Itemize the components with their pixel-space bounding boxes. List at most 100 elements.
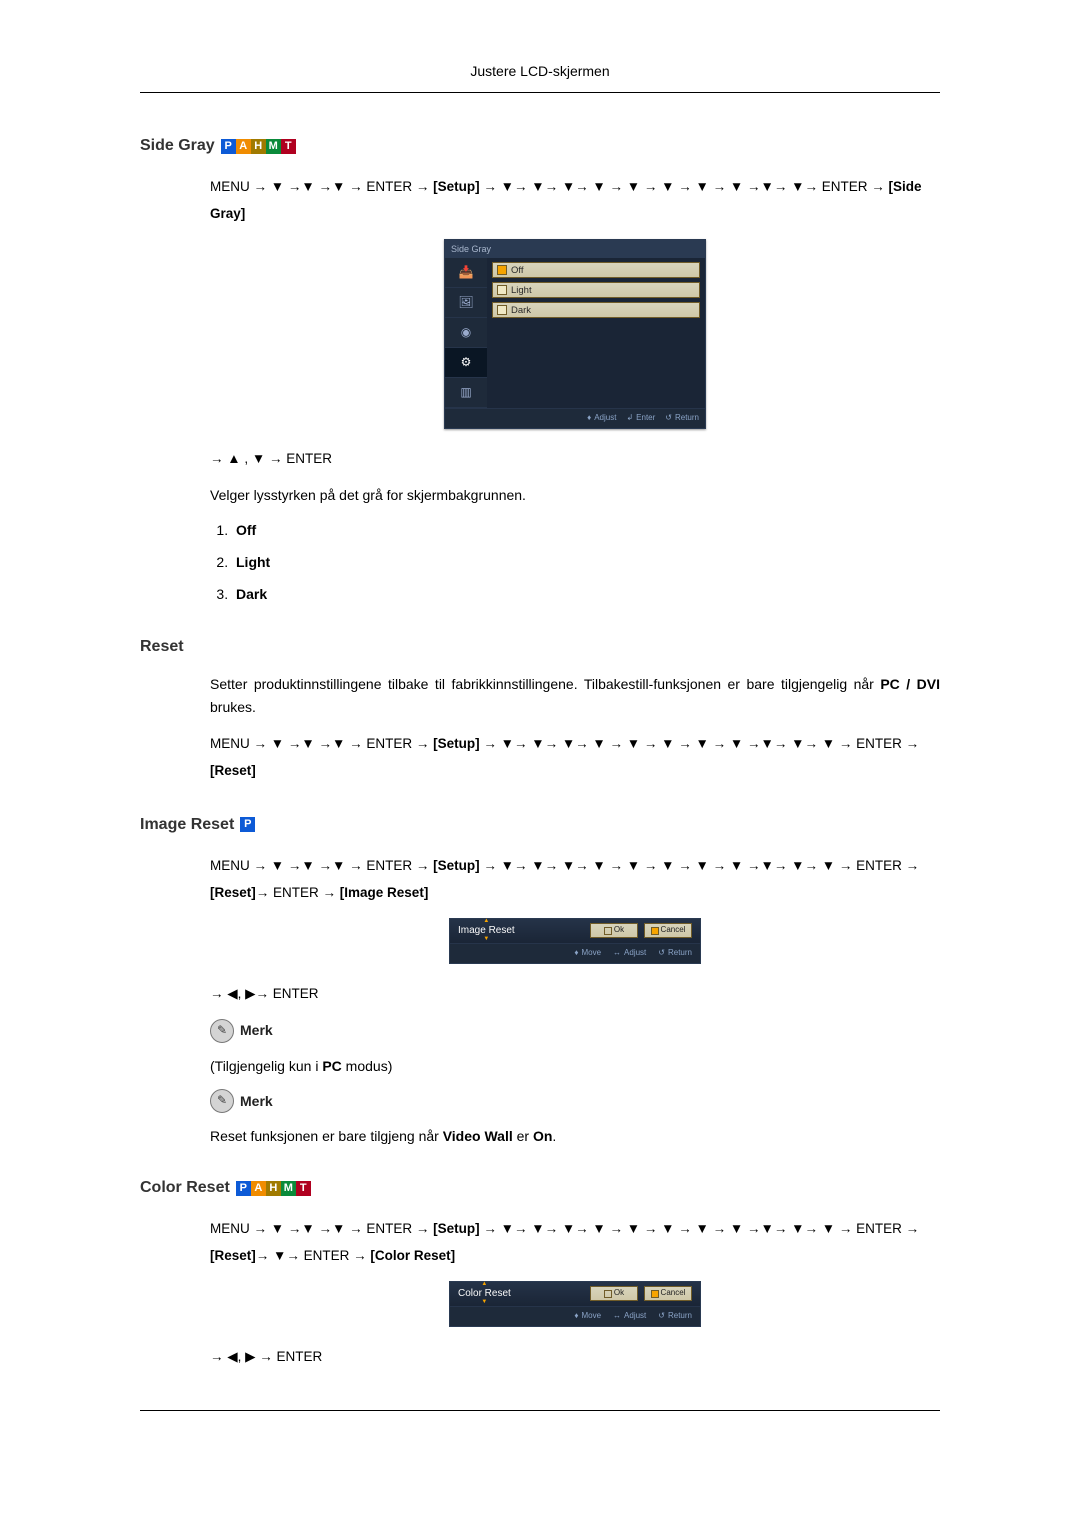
side-gray-nav-path: MENU → ▼ →▼ →▼ → ENTER → [Setup] → ▼→ ▼→…	[210, 173, 940, 227]
button-label: Cancel	[661, 924, 686, 937]
nav-fragment: → ▼→ ENTER →	[256, 1248, 371, 1263]
cancel-button[interactable]: Cancel	[644, 1286, 692, 1301]
osd-hint-adjust: ♦Adjust	[587, 412, 616, 425]
text-fragment: er	[513, 1128, 533, 1144]
button-label: Ok	[614, 1287, 624, 1300]
side-gray-option-list: Off Light Dark	[210, 519, 940, 606]
hint-label: Return	[675, 412, 699, 425]
list-item: Off	[232, 519, 940, 541]
osd-option-dark[interactable]: Dark	[492, 302, 700, 318]
check-icon	[604, 1290, 612, 1298]
mode-badge-a-icon: A	[251, 1181, 266, 1196]
osd-option-off[interactable]: Off	[492, 262, 700, 278]
osd-body: 📥 🖼 ◉ ⚙ ▥ Off Light	[445, 258, 705, 408]
ok-button[interactable]: Ok	[590, 1286, 638, 1301]
button-label: Ok	[614, 924, 624, 937]
mode-badge-h-icon: H	[266, 1181, 281, 1196]
osd-hint-enter: ↲Enter	[626, 412, 655, 425]
dialog-row-main: Color Reset Ok Cancel	[450, 1282, 700, 1306]
text-fragment: (Tilgjengelig kun i	[210, 1058, 322, 1074]
heading-reset: Reset	[140, 634, 940, 660]
heading-text: Image Reset	[140, 812, 234, 838]
mode-badge-p-icon: P	[240, 817, 255, 832]
nav-fragment-bold: [Reset]	[210, 1248, 256, 1263]
reset-desc: Setter produktinnstillingene tilbake til…	[210, 673, 940, 718]
nav-fragment: → ▼→ ▼→ ▼→ ▼ → ▼ → ▼ → ▼ → ▼ →▼→ ▼→ ENTE…	[480, 179, 889, 194]
osd-option-label: Off	[511, 263, 524, 278]
note-1-text: (Tilgjengelig kun i PC modus)	[210, 1055, 940, 1077]
side-gray-content: MENU → ▼ →▼ →▼ → ENTER → [Setup] → ▼→ ▼→…	[210, 173, 940, 606]
osd-tab-sound-icon[interactable]: ◉	[445, 318, 487, 348]
osd-tab-input-icon[interactable]: 📥	[445, 258, 487, 288]
check-icon	[497, 285, 507, 295]
heading-text: Color Reset	[140, 1175, 230, 1201]
note-line-1: ✎ Merk	[210, 1019, 940, 1043]
osd-tab-multi-icon[interactable]: ▥	[445, 378, 487, 408]
heading-text: Side Gray	[140, 133, 215, 159]
color-reset-after-path: → ◀, ▶ → ENTER	[210, 1343, 940, 1370]
side-gray-after-path: → ▲ , ▼ → ENTER	[210, 445, 940, 472]
note-icon: ✎	[210, 1019, 234, 1043]
mode-badge-p-icon: P	[236, 1181, 251, 1196]
updown-icon: ♦	[574, 1310, 578, 1323]
osd-dialog: Image Reset Ok Cancel ♦Move ↔Adjust ↺Ret…	[449, 918, 701, 964]
osd-hint-return: ↺Return	[665, 412, 699, 425]
osd-footer: ♦Adjust ↲Enter ↺Return	[445, 408, 705, 428]
nav-fragment: → ▼→ ▼→ ▼→ ▼ → ▼ → ▼ → ▼ → ▼ →▼→ ▼→ ▼ → …	[480, 736, 920, 751]
osd-main-panel: Off Light Dark	[487, 258, 705, 408]
osd-icon-column: 📥 🖼 ◉ ⚙ ▥	[445, 258, 487, 408]
heading-image-reset: Image Reset P	[140, 812, 940, 838]
text-bold: Video Wall	[443, 1128, 513, 1144]
dialog-buttons: Ok Cancel	[590, 923, 692, 938]
nav-fragment: → ▼→ ▼→ ▼→ ▼ → ▼ → ▼ → ▼ → ▼ →▼→ ▼→ ▼ → …	[480, 1221, 920, 1236]
hint-adjust: ↔Adjust	[613, 1310, 646, 1323]
image-reset-nav-path: MENU → ▼ →▼ →▼ → ENTER → [Setup] → ▼→ ▼→…	[210, 852, 940, 906]
hint-label: Enter	[636, 412, 655, 425]
osd-option-label: Light	[511, 283, 532, 298]
hint-return: ↺Return	[658, 947, 692, 960]
text-fragment: Reset funksjonen er bare tilgjeng når	[210, 1128, 443, 1144]
ok-button[interactable]: Ok	[590, 923, 638, 938]
note-icon: ✎	[210, 1089, 234, 1113]
mode-badge-h-icon: H	[251, 139, 266, 154]
document-footer-rule	[140, 1410, 940, 1412]
hint-move: ♦Move	[574, 947, 601, 960]
mode-badges: P A H M T	[221, 139, 296, 154]
cancel-button[interactable]: Cancel	[644, 923, 692, 938]
osd-window: Side Gray 📥 🖼 ◉ ⚙ ▥ Off	[444, 239, 706, 429]
text-fragment: Setter produktinnstillingene tilbake til…	[210, 676, 880, 692]
nav-fragment-bold: [Reset]	[210, 763, 256, 778]
nav-fragment: → ENTER →	[256, 885, 340, 900]
hint-label: Move	[581, 1310, 601, 1323]
osd-option-light[interactable]: Light	[492, 282, 700, 298]
dialog-buttons: Ok Cancel	[590, 1286, 692, 1301]
text-bold: On	[533, 1128, 552, 1144]
hint-label: Return	[668, 1310, 692, 1323]
nav-fragment-bold: [Setup]	[433, 1221, 480, 1236]
hint-adjust: ↔Adjust	[613, 947, 646, 960]
hint-label: Adjust	[624, 947, 646, 960]
leftright-icon: ↔	[613, 947, 621, 960]
updown-icon: ♦	[574, 947, 578, 960]
dialog-title: Image Reset	[458, 923, 515, 939]
check-icon	[604, 927, 612, 935]
header-title: Justere LCD-skjermen	[470, 63, 609, 79]
osd-tab-picture-icon[interactable]: 🖼	[445, 288, 487, 318]
dialog-footer: ♦Move ↔Adjust ↺Return	[450, 1306, 700, 1326]
dialog-title: Color Reset	[458, 1286, 511, 1302]
color-reset-content: MENU → ▼ →▼ →▼ → ENTER → [Setup] → ▼→ ▼→…	[210, 1215, 940, 1370]
return-icon: ↺	[658, 947, 665, 960]
dialog-row-main: Image Reset Ok Cancel	[450, 919, 700, 943]
nav-fragment: → ▼→ ▼→ ▼→ ▼ → ▼ → ▼ → ▼ → ▼ →▼→ ▼→ ▼ → …	[480, 858, 920, 873]
mode-badge-t-icon: T	[281, 139, 296, 154]
osd-tab-setup-icon[interactable]: ⚙	[445, 348, 487, 378]
osd-tab-title: Side Gray	[451, 242, 491, 256]
dialog-footer: ♦Move ↔Adjust ↺Return	[450, 943, 700, 963]
hint-move: ♦Move	[574, 1310, 601, 1323]
nav-fragment-bold: [Color Reset]	[370, 1248, 455, 1263]
mode-badge-t-icon: T	[296, 1181, 311, 1196]
check-icon	[651, 927, 659, 935]
list-item: Light	[232, 551, 940, 573]
note-label: Merk	[240, 1019, 273, 1041]
mode-badges: P	[240, 817, 255, 832]
